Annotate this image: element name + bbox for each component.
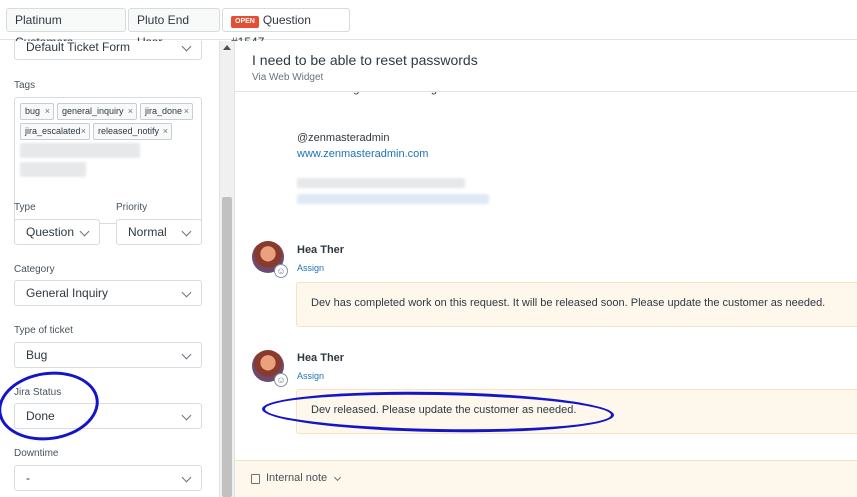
tag-label: jira_done bbox=[145, 106, 183, 116]
redacted-text bbox=[297, 178, 465, 188]
jira-status-value: Done bbox=[26, 409, 55, 423]
category-value: General Inquiry bbox=[26, 286, 109, 300]
assign-link[interactable]: Assign bbox=[297, 371, 324, 381]
note-icon bbox=[251, 474, 260, 484]
ticket-tab-bar: Platinum Customers Pluto End User OPENQu… bbox=[0, 0, 857, 49]
tag-label: general_inquiry bbox=[62, 106, 124, 116]
scroll-up-arrow-icon[interactable] bbox=[223, 45, 231, 50]
redacted-tag bbox=[20, 143, 140, 158]
chevron-down-icon bbox=[79, 226, 90, 237]
tags-label: Tags bbox=[14, 80, 36, 91]
close-icon[interactable]: × bbox=[45, 104, 50, 119]
tags-field[interactable]: bug × general_inquiry × jira_done × jira_es… bbox=[14, 97, 202, 224]
tag-label: jira_escalated bbox=[25, 126, 81, 136]
jira-status-select[interactable]: Done bbox=[14, 403, 202, 429]
breadcrumb-ticket[interactable]: OPENQuestion #1547 bbox=[222, 8, 350, 49]
chevron-down-icon[interactable] bbox=[333, 473, 342, 482]
tag-jira-escalated[interactable]: jira_escalated × bbox=[20, 123, 90, 140]
downtime-label: Downtime bbox=[14, 448, 59, 459]
user-icon: ☺ bbox=[274, 373, 288, 387]
header-divider bbox=[235, 91, 857, 92]
ticket-subject: I need to be able to reset passwords bbox=[252, 52, 478, 68]
chevron-down-icon bbox=[181, 472, 192, 483]
priority-select[interactable]: Normal bbox=[116, 219, 202, 245]
chevron-down-icon bbox=[181, 226, 192, 237]
chevron-down-icon bbox=[181, 287, 192, 298]
category-select[interactable]: General Inquiry bbox=[14, 280, 202, 306]
close-icon[interactable]: × bbox=[128, 104, 133, 119]
ticket-header: I need to be able to reset passwords Via… bbox=[235, 41, 857, 91]
ticket-type-value: Bug bbox=[26, 348, 48, 362]
close-icon[interactable]: × bbox=[184, 104, 189, 119]
chevron-down-icon bbox=[181, 349, 192, 360]
chevron-down-icon bbox=[181, 41, 192, 52]
internal-note: Dev has completed work on this request. … bbox=[296, 282, 857, 327]
type-label: Type bbox=[14, 202, 36, 213]
tag-jira-done[interactable]: jira_done × bbox=[140, 103, 193, 120]
signature-link[interactable]: www.zenmasteradmin.com bbox=[297, 148, 428, 160]
comment-author[interactable]: Hea Ther bbox=[297, 352, 344, 364]
scrollbar-thumb[interactable] bbox=[222, 197, 232, 497]
sidebar-scrollbar[interactable] bbox=[220, 41, 234, 497]
tag-label: bug bbox=[25, 106, 41, 116]
category-label: Category bbox=[14, 264, 55, 275]
ticket-properties-sidebar: Default Ticket Form Tags bug × general_in… bbox=[0, 41, 220, 497]
type-value: Question bbox=[26, 225, 75, 239]
conversation-pane: This is a bug. Dev is working on it. We … bbox=[235, 41, 857, 497]
composer-mode[interactable]: Internal note bbox=[266, 472, 327, 484]
ticket-type-label: Type of ticket bbox=[14, 325, 73, 336]
redacted-tag bbox=[20, 162, 86, 177]
chevron-down-icon bbox=[181, 410, 192, 421]
tag-released-notify[interactable]: released_notify × bbox=[93, 123, 172, 140]
signature-handle: @zenmasteradmin bbox=[297, 132, 390, 144]
type-select[interactable]: Question bbox=[14, 219, 100, 245]
ticket-form-select[interactable]: Default Ticket Form bbox=[14, 41, 202, 60]
user-icon: ☺ bbox=[274, 264, 288, 278]
close-icon[interactable]: × bbox=[163, 124, 168, 139]
tag-bug[interactable]: bug × bbox=[20, 103, 54, 120]
priority-label: Priority bbox=[116, 202, 148, 213]
internal-note: Dev released. Please update the customer… bbox=[296, 389, 857, 434]
note-text: Dev released. Please update the customer… bbox=[311, 404, 577, 416]
note-text: Dev has completed work on this request. … bbox=[311, 297, 826, 309]
composer-bar[interactable]: Internal note bbox=[235, 460, 857, 497]
ticket-channel: Via Web Widget bbox=[252, 72, 324, 83]
breadcrumb-requester[interactable]: Pluto End User bbox=[128, 8, 220, 49]
redacted-link bbox=[297, 194, 489, 204]
priority-value: Normal bbox=[128, 225, 167, 239]
ticket-form-value: Default Ticket Form bbox=[26, 41, 131, 54]
comment-author[interactable]: Hea Ther bbox=[297, 244, 344, 256]
downtime-select[interactable]: - bbox=[14, 465, 202, 491]
downtime-value: - bbox=[26, 471, 30, 485]
ticket-type-select[interactable]: Bug bbox=[14, 342, 202, 368]
assign-link[interactable]: Assign bbox=[297, 263, 324, 273]
breadcrumb-organization[interactable]: Platinum Customers bbox=[6, 8, 126, 49]
close-icon[interactable]: × bbox=[81, 124, 86, 139]
jira-status-label: Jira Status bbox=[14, 387, 62, 398]
status-badge: OPEN bbox=[231, 16, 259, 28]
tag-general-inquiry[interactable]: general_inquiry × bbox=[57, 103, 137, 120]
tag-label: released_notify bbox=[98, 126, 160, 136]
